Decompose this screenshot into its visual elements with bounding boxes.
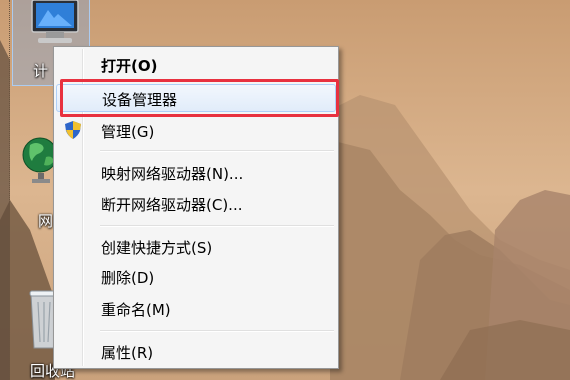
menu-item-label: 映射网络驱动器(N)... — [101, 165, 244, 183]
menu-item-label: 管理(G) — [101, 123, 155, 141]
menu-separator — [100, 225, 334, 227]
menu-item-label: 打开(O) — [101, 57, 158, 75]
desktop-icon-label-computer: 计 — [33, 62, 49, 80]
menu-item-delete[interactable]: 删除(D) — [56, 263, 336, 289]
menu-item-label: 创建快捷方式(S) — [101, 239, 213, 257]
menu-item-label: 重命名(M) — [101, 301, 171, 319]
menu-item-open[interactable]: 打开(O) — [56, 51, 336, 77]
menu-item-label: 断开网络驱动器(C)... — [101, 196, 243, 214]
menu-item-properties[interactable]: 属性(R) — [56, 338, 336, 364]
menu-item-rename[interactable]: 重命名(M) — [56, 295, 336, 321]
menu-item-manage[interactable]: 管理(G) — [56, 117, 336, 143]
menu-separator — [100, 150, 334, 152]
menu-separator — [100, 330, 334, 332]
annotation-highlight-box — [60, 79, 339, 117]
menu-item-create-shortcut[interactable]: 创建快捷方式(S) — [56, 233, 336, 259]
menu-item-disconnect-network-drive[interactable]: 断开网络驱动器(C)... — [56, 190, 336, 216]
menu-item-map-network-drive[interactable]: 映射网络驱动器(N)... — [56, 159, 336, 185]
desktop: 计 网 回收站 打开(O) 设备管理器 管理(G) 映射网络驱动器(N)... … — [0, 0, 570, 380]
uac-shield-icon — [65, 121, 81, 143]
menu-item-label: 属性(R) — [101, 344, 154, 362]
desktop-selection-edge — [0, 0, 10, 380]
desktop-icon-label-network: 网 — [38, 212, 54, 230]
menu-item-label: 删除(D) — [101, 269, 155, 287]
monitor-icon — [31, 0, 79, 43]
computer-icon[interactable] — [24, 0, 86, 52]
